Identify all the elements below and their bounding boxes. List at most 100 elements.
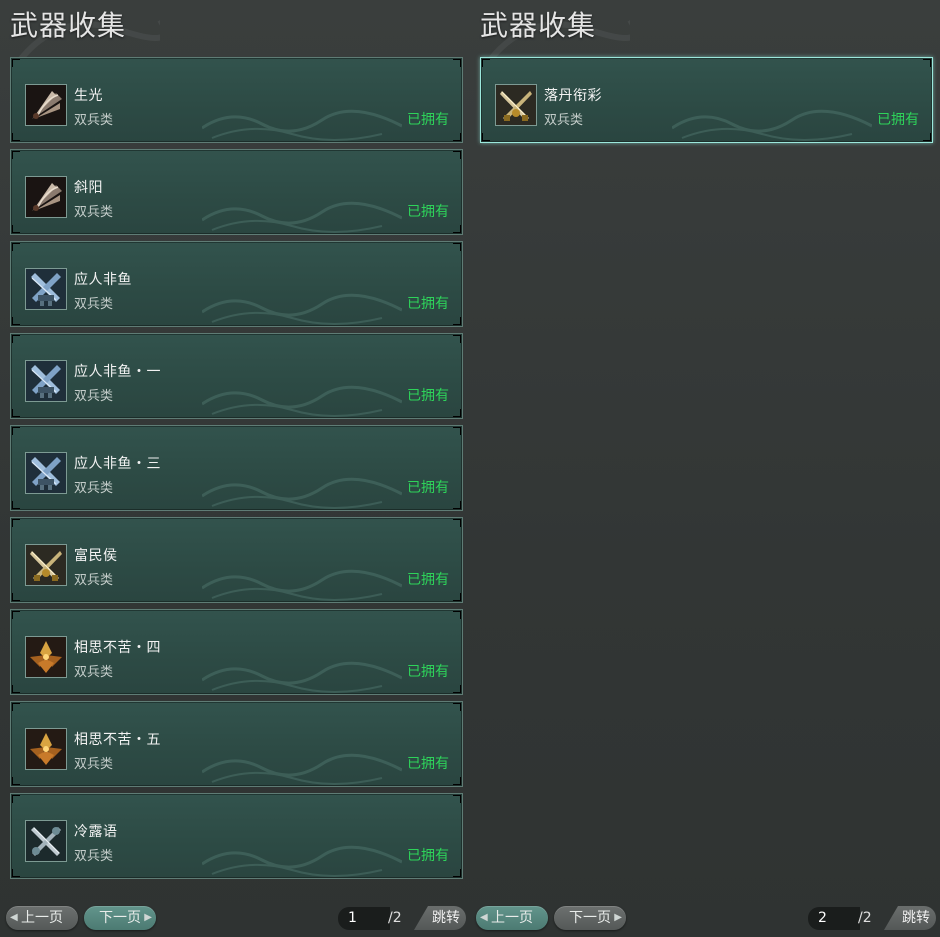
corner-ornament [923, 133, 931, 141]
corner-ornament [453, 409, 461, 417]
corner-ornament [453, 869, 461, 877]
corner-ornament [453, 795, 461, 803]
flame-axes-icon [25, 636, 67, 678]
corner-ornament [453, 225, 461, 233]
next-page-label: 下一页 [99, 910, 141, 926]
corner-ornament [453, 59, 461, 67]
owned-status: 已拥有 [407, 204, 449, 220]
weapon-type: 双兵类 [74, 757, 114, 772]
weapon-type: 双兵类 [74, 389, 114, 404]
corner-ornament [453, 501, 461, 509]
corner-ornament [12, 409, 20, 417]
crossed-blades-icon [25, 360, 67, 402]
corner-ornament [12, 611, 20, 619]
corner-ornament [453, 243, 461, 251]
cloud-pattern-decoration [202, 661, 402, 693]
golden-swords-icon [495, 84, 537, 126]
pager: ◀ 上一页 下一页 ▶ /2 跳转 [0, 906, 470, 930]
page-number-input[interactable] [338, 907, 390, 930]
cloud-pattern-decoration [202, 569, 402, 601]
corner-ornament [12, 243, 20, 251]
owned-status: 已拥有 [407, 112, 449, 128]
weapon-card[interactable]: 富民侯 双兵类 已拥有 [10, 517, 463, 603]
cloud-pattern-decoration [202, 201, 402, 233]
panel-title: 武器收集 [480, 9, 597, 42]
corner-ornament [12, 519, 20, 527]
corner-ornament [12, 151, 20, 159]
prev-page-label: 上一页 [491, 910, 533, 926]
corner-ornament [12, 225, 20, 233]
jump-button[interactable]: 跳转 [884, 906, 936, 930]
corner-ornament [482, 59, 490, 67]
weapon-type: 双兵类 [74, 297, 114, 312]
crossed-blades-icon [25, 452, 67, 494]
owned-status: 已拥有 [407, 480, 449, 496]
weapon-panel-left: 武器收集 生光 双兵类 已拥有 斜阳 双兵类 已拥有 应人非鱼 双兵类 已拥有 应人非鱼・一 双兵类… [0, 0, 470, 937]
page-total: /2 [858, 910, 872, 926]
golden-swords-icon [25, 544, 67, 586]
corner-ornament [12, 593, 20, 601]
next-page-label: 下一页 [569, 910, 611, 926]
corner-ornament [12, 427, 20, 435]
weapon-list: 生光 双兵类 已拥有 斜阳 双兵类 已拥有 应人非鱼 双兵类 已拥有 应人非鱼・一 双兵类 已拥有 应人… [10, 57, 463, 885]
silver-blades-icon [25, 820, 67, 862]
page-number-input[interactable] [808, 907, 860, 930]
weapon-panel-right: 武器收集 落丹衔彩双兵类 已拥有 ◀ 上一页 下一页 ▶ /2 跳转 [470, 0, 940, 937]
weapon-name: 应人非鱼・一 [74, 364, 161, 380]
cloud-pattern-decoration [202, 293, 402, 325]
owned-status: 已拥有 [407, 756, 449, 772]
weapon-name: 斜阳 [74, 180, 103, 196]
corner-ornament [923, 59, 931, 67]
next-page-button[interactable]: 下一页 ▶ [554, 906, 626, 930]
weapon-card[interactable]: 相思不苦・五 双兵类 已拥有 [10, 701, 463, 787]
page-total: /2 [388, 910, 402, 926]
corner-ornament [453, 519, 461, 527]
corner-ornament [453, 703, 461, 711]
weapon-name: 相思不苦・四 [74, 640, 161, 656]
chevron-left-icon: ◀ [10, 912, 18, 923]
weapon-name: 生光 [74, 88, 103, 104]
chevron-right-icon: ▶ [144, 912, 152, 923]
weapon-type: 双兵类 [544, 113, 584, 128]
weapon-type: 双兵类 [74, 113, 114, 128]
weapon-card[interactable]: 冷露语 双兵类 已拥有 [10, 793, 463, 879]
owned-status: 已拥有 [407, 388, 449, 404]
weapon-card[interactable]: 生光双兵类 已拥有 [10, 57, 463, 143]
weapon-type: 双兵类 [74, 481, 114, 496]
prev-page-button[interactable]: ◀ 上一页 [476, 906, 548, 930]
weapon-card[interactable]: 相思不苦・四 双兵类 已拥有 [10, 609, 463, 695]
owned-status: 已拥有 [407, 664, 449, 680]
corner-ornament [12, 685, 20, 693]
weapon-card[interactable]: 斜阳双兵类 已拥有 [10, 149, 463, 235]
next-page-button[interactable]: 下一页 ▶ [84, 906, 156, 930]
flame-axes-icon [25, 728, 67, 770]
weapon-card[interactable]: 应人非鱼 双兵类 已拥有 [10, 241, 463, 327]
weapon-card[interactable]: 落丹衔彩 双兵类 已拥有 [480, 57, 933, 143]
prev-page-button[interactable]: ◀ 上一页 [6, 906, 78, 930]
weapon-name: 富民侯 [74, 548, 118, 564]
chevron-right-icon: ▶ [614, 912, 622, 923]
cloud-pattern-decoration [202, 477, 402, 509]
corner-ornament [453, 335, 461, 343]
weapon-name: 应人非鱼・三 [74, 456, 161, 472]
crossed-blades-icon [25, 268, 67, 310]
corner-ornament [453, 427, 461, 435]
owned-status: 已拥有 [877, 112, 919, 128]
cloud-pattern-decoration [202, 385, 402, 417]
weapon-card[interactable]: 应人非鱼・三 双兵类 已拥有 [10, 425, 463, 511]
corner-ornament [12, 133, 20, 141]
corner-ornament [12, 317, 20, 325]
corner-ornament [12, 869, 20, 877]
owned-status: 已拥有 [407, 296, 449, 312]
weapon-card[interactable]: 应人非鱼・一 双兵类 已拥有 [10, 333, 463, 419]
chevron-left-icon: ◀ [480, 912, 488, 923]
jump-button[interactable]: 跳转 [414, 906, 466, 930]
corner-ornament [482, 133, 490, 141]
corner-ornament [12, 501, 20, 509]
cloud-pattern-decoration [202, 109, 402, 141]
corner-ornament [12, 335, 20, 343]
corner-ornament [12, 777, 20, 785]
owned-status: 已拥有 [407, 848, 449, 864]
panel-title: 武器收集 [10, 9, 127, 42]
weapon-type: 双兵类 [74, 205, 114, 220]
